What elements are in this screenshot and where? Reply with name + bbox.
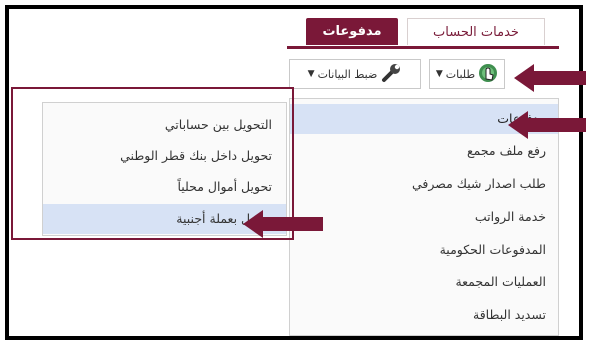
touch-hand-icon [478, 63, 498, 86]
menu-item-upload-bulk-file[interactable]: رفع ملف مجمع [290, 136, 558, 166]
tab-bar: مدفوعات خدمات الحساب [304, 18, 552, 46]
requests-label: طلبات [445, 67, 476, 81]
wrench-icon [380, 62, 402, 87]
data-settings-label: ضبط البيانات [317, 67, 378, 81]
menu-item-bank-cheque-request[interactable]: طلب اصدار شيك مصرفي [290, 169, 558, 199]
toolbar: ▼ ضبط البيانات ▼ طلبات [287, 55, 529, 93]
arrow-pointer-icon [514, 64, 586, 92]
menu-item-payroll-service[interactable]: خدمة الرواتب [290, 202, 558, 232]
arrow-pointer-icon [243, 210, 323, 238]
tab-underline [287, 46, 559, 49]
tab-payments[interactable]: مدفوعات [306, 18, 398, 45]
dropdown-triangle-icon: ▼ [435, 69, 443, 79]
requests-button[interactable]: ▼ طلبات [429, 59, 505, 89]
data-settings-button[interactable]: ▼ ضبط البيانات [289, 59, 421, 89]
menu-item-government-payments[interactable]: المدفوعات الحكومية [290, 235, 558, 265]
tab-account-services[interactable]: خدمات الحساب [407, 18, 545, 45]
menu-item-bulk-operations[interactable]: العمليات المجمعة [290, 267, 558, 297]
arrow-pointer-icon [508, 111, 586, 139]
dropdown-triangle-icon: ▼ [307, 69, 315, 79]
menu-item-card-payment[interactable]: تسديد البطاقة [290, 300, 558, 330]
